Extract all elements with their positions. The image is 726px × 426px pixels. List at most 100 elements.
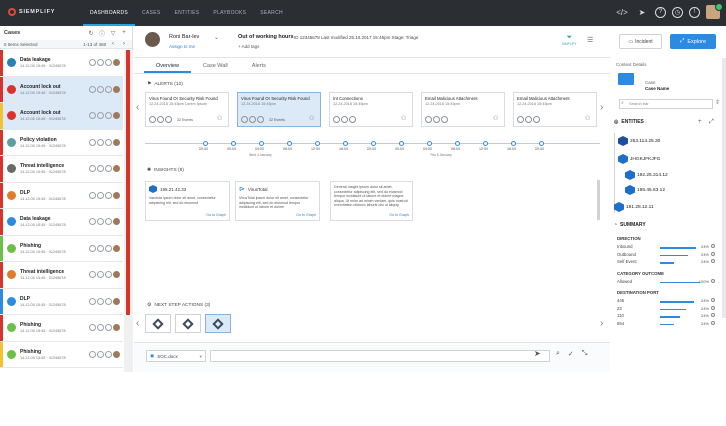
case-action-icon[interactable] <box>105 244 112 252</box>
case-action-icon[interactable] <box>89 271 96 279</box>
simplify-filter-button[interactable]: ⏷ SIMPLIFY <box>562 34 577 46</box>
add-entity-icon[interactable]: + <box>698 119 702 125</box>
insight-card[interactable]: General Insight ipsum dolor sit amet, co… <box>330 181 413 221</box>
timeline-event-dot[interactable] <box>427 141 432 146</box>
insight-card[interactable]: 195.21.42.33 Varoista ipsum dolor sit am… <box>145 181 230 221</box>
more-icon[interactable] <box>711 305 715 310</box>
send-icon[interactable]: ➤ <box>534 349 541 358</box>
timeline-event-dot[interactable] <box>231 141 236 146</box>
case-item[interactable]: DLP 14.12.05 15:45 · 01245678 <box>0 288 123 315</box>
case-action-icon[interactable] <box>89 324 96 332</box>
alert-card[interactable]: Email Malicious Attachment 12.24.2016 15:… <box>513 92 597 127</box>
go-to-graph-link[interactable]: Go to Graph <box>389 213 409 217</box>
approve-icon[interactable]: ✓ <box>568 350 574 358</box>
send-icon[interactable]: ➤ <box>635 5 649 19</box>
case-action-icon[interactable] <box>105 218 112 226</box>
clock-icon[interactable]: ◷ <box>672 6 683 18</box>
case-action-icon[interactable] <box>97 324 104 332</box>
incident-button[interactable]: ▭ Incident <box>619 34 662 49</box>
summary-row[interactable]: 654 24% <box>617 320 715 328</box>
go-to-graph-link[interactable]: Go to Graph <box>206 213 226 217</box>
timeline-event-dot[interactable] <box>203 141 208 146</box>
next-steps-prev-arrow[interactable]: ‹ <box>136 318 139 329</box>
assign-to-me-link[interactable]: Assign to me <box>169 44 195 49</box>
summary-row[interactable]: Allowed 100% <box>617 278 715 286</box>
attach-icon[interactable]: ⌕ <box>556 350 560 358</box>
more-icon[interactable] <box>711 320 715 325</box>
user-avatar[interactable] <box>706 3 723 19</box>
alert-card[interactable]: Int Connections 12.24.2016 15:45pm ⚇ <box>329 92 413 127</box>
case-action-icon[interactable] <box>97 271 104 279</box>
case-item[interactable]: Policy violation 14.12.05 15:45 · 0124567… <box>0 129 123 156</box>
chevron-left-icon[interactable]: ‹ <box>109 40 117 48</box>
go-to-graph-link[interactable]: Go to Graph <box>296 213 316 217</box>
summary-row[interactable]: 445 24% <box>617 298 715 305</box>
summary-row[interactable]: Inbound 24% <box>617 244 715 251</box>
case-action-icon[interactable] <box>97 59 104 67</box>
next-step-action[interactable] <box>145 314 171 333</box>
case-item[interactable]: Threat intelligence 14.12.05 15:45 · 0124… <box>0 262 123 289</box>
timeline-event-dot[interactable] <box>399 141 404 146</box>
help-icon[interactable]: ? <box>655 6 666 18</box>
refresh-icon[interactable]: ↻ <box>87 29 95 37</box>
timeline-event-dot[interactable] <box>483 141 488 146</box>
nav-entities[interactable]: ENTITIES <box>167 0 206 26</box>
insight-card[interactable]: ⊳ VirusTotal VirusTotal ipsum dolor sit a… <box>235 181 320 221</box>
next-steps-next-arrow[interactable]: › <box>600 318 603 329</box>
case-action-icon[interactable] <box>105 85 112 93</box>
case-item[interactable]: Phishing 14.12.05 15:45 · 01245678 <box>0 235 123 262</box>
case-action-icon[interactable] <box>97 218 104 226</box>
tab-case-wall[interactable]: Case Wall <box>191 58 240 73</box>
alert-card[interactable]: Virus Found Or Security Risk Found 12.24.… <box>145 92 229 127</box>
case-action-icon[interactable] <box>105 191 112 199</box>
more-icon[interactable] <box>711 251 715 256</box>
timeline-event-dot[interactable] <box>455 141 460 146</box>
case-action-icon[interactable] <box>105 297 112 305</box>
chevron-right-icon[interactable]: › <box>120 40 128 48</box>
case-action-icon[interactable] <box>89 165 96 173</box>
case-action-icon[interactable] <box>105 59 112 67</box>
case-list-scrollbar[interactable] <box>124 50 133 372</box>
next-step-action[interactable] <box>175 314 201 333</box>
entity-item[interactable]: 195.45.63.12 <box>625 185 665 195</box>
insights-scrollbar[interactable] <box>597 180 600 220</box>
entity-item[interactable]: JHGKJFKJFG <box>618 154 660 164</box>
case-action-icon[interactable] <box>89 59 96 67</box>
summary-row[interactable]: Self Event 24% <box>617 259 715 266</box>
timeline-event-dot[interactable] <box>539 141 544 146</box>
case-action-icon[interactable] <box>97 138 104 146</box>
chevron-down-icon[interactable]: ⌄ <box>214 34 219 41</box>
case-action-icon[interactable] <box>105 165 112 173</box>
add-tags-link[interactable]: + Add tags <box>238 44 259 49</box>
expand-icon[interactable]: ⤡ <box>582 350 588 358</box>
more-icon[interactable] <box>711 259 715 263</box>
timeline-event-dot[interactable] <box>287 141 292 146</box>
info-icon[interactable]: ⓘ <box>98 29 106 38</box>
comment-input[interactable] <box>210 350 550 362</box>
entity-item[interactable]: 253.114.25.30 <box>618 136 660 146</box>
list-view-icon[interactable]: ☰ <box>587 36 597 46</box>
case-action-icon[interactable] <box>97 85 104 93</box>
timeline-event-dot[interactable] <box>343 141 348 146</box>
case-item[interactable]: Phishing 14.12.05 15:45 · 01245678 <box>0 341 123 368</box>
more-icon[interactable] <box>711 298 715 302</box>
brand-logo[interactable]: SIEMPLIFY <box>8 8 55 16</box>
nav-cases[interactable]: CASES <box>135 0 167 26</box>
case-action-icon[interactable] <box>97 112 104 120</box>
case-action-icon[interactable] <box>105 138 112 146</box>
bell-icon[interactable]: ! <box>689 6 700 18</box>
more-icon[interactable] <box>711 313 715 317</box>
case-item[interactable]: Account lock out 14.12.05 15:45 · 0124567… <box>0 76 123 103</box>
sort-icon[interactable]: ⇕ <box>715 99 720 106</box>
remove-file-icon[interactable]: × <box>199 354 202 359</box>
tab-alerts[interactable]: Alerts <box>240 58 278 73</box>
nav-search[interactable]: SEARCH <box>253 0 290 26</box>
alerts-next-arrow[interactable]: › <box>600 102 603 113</box>
filter-icon[interactable]: ▽ <box>109 29 117 37</box>
case-action-icon[interactable] <box>97 297 104 305</box>
case-item[interactable]: DLP 14.12.05 15:45 · 01245678 <box>0 182 123 209</box>
case-action-icon[interactable] <box>105 271 112 279</box>
attached-file[interactable]: ▣ SOC.docx × <box>146 350 206 362</box>
case-action-icon[interactable] <box>105 112 112 120</box>
alert-card[interactable]: Virus Found Or Security Risk Found 12.24.… <box>237 92 321 127</box>
